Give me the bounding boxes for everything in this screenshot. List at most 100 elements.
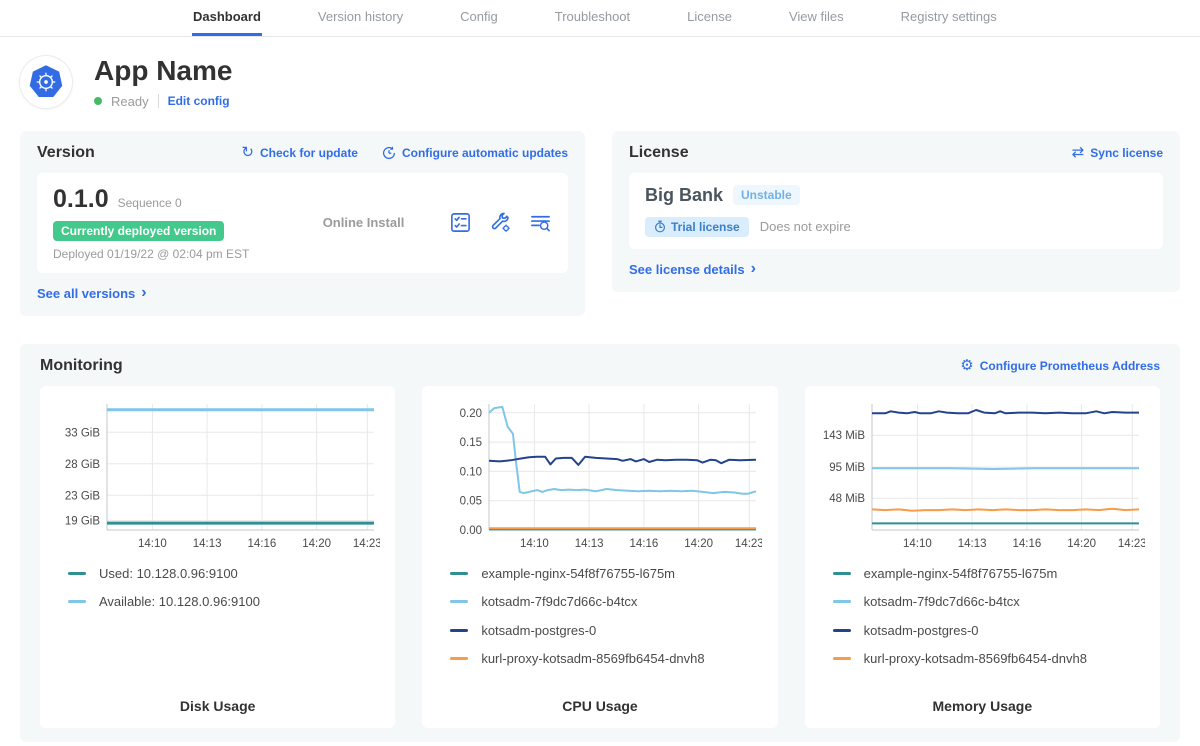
legend-item: kotsadm-postgres-0 (820, 623, 1145, 638)
monitoring-section: Monitoring ⚙ Configure Prometheus Addres… (20, 344, 1180, 742)
sync-license-button[interactable]: ⇄ Sync license (1072, 145, 1163, 160)
see-all-versions-link[interactable]: See all versions › (37, 286, 147, 301)
license-heading: License (629, 144, 689, 162)
version-heading: Version (37, 144, 95, 162)
svg-text:14:20: 14:20 (1067, 538, 1096, 550)
legend-color-dash (450, 657, 468, 660)
dashboard-content: App Name Ready Edit config Version ↻ Che… (0, 37, 1200, 742)
legend-item: kotsadm-postgres-0 (437, 623, 762, 638)
configure-prometheus-button[interactable]: ⚙ Configure Prometheus Address (960, 358, 1160, 373)
trial-license-label: Trial license (671, 220, 740, 234)
cpu-usage-chart: 0.200.150.100.050.0014:1014:1314:1614:20… (437, 398, 762, 556)
legend-color-dash (450, 600, 468, 603)
svg-text:14:13: 14:13 (957, 538, 986, 550)
svg-text:14:23: 14:23 (735, 538, 762, 550)
svg-text:0.20: 0.20 (460, 408, 482, 420)
see-license-details-link[interactable]: See license details › (629, 262, 756, 277)
memory-usage-card: 143 MiB95 MiB48 MiB14:1014:1314:1614:201… (805, 386, 1160, 728)
divider (158, 94, 159, 108)
svg-text:14:23: 14:23 (353, 538, 380, 550)
svg-text:0.00: 0.00 (460, 525, 482, 537)
legend-item: kurl-proxy-kotsadm-8569fb6454-dnvh8 (820, 651, 1145, 666)
legend-label: kurl-proxy-kotsadm-8569fb6454-dnvh8 (864, 651, 1087, 666)
tab-view-files[interactable]: View files (788, 0, 845, 36)
current-version-card: 0.1.0 Sequence 0 Currently deployed vers… (37, 173, 568, 273)
legend-item: Used: 10.128.0.96:9100 (55, 566, 380, 581)
tab-version-history[interactable]: Version history (317, 0, 404, 36)
svg-text:143 MiB: 143 MiB (822, 430, 865, 442)
legend-label: kotsadm-7f9dc7d66c-b4tcx (864, 594, 1020, 609)
svg-text:14:13: 14:13 (575, 538, 604, 550)
status-dot-icon (94, 97, 102, 105)
sync-arrows-icon: ⇄ (1072, 145, 1085, 160)
license-expiry: Does not expire (760, 219, 851, 234)
gear-icon: ⚙ (960, 358, 973, 373)
app-status-row: Ready Edit config (94, 94, 232, 109)
configure-prometheus-label: Configure Prometheus Address (980, 359, 1160, 373)
svg-text:14:16: 14:16 (630, 538, 659, 550)
legend-label: Available: 10.128.0.96:9100 (99, 594, 260, 609)
memory-usage-chart: 143 MiB95 MiB48 MiB14:1014:1314:1614:201… (820, 398, 1145, 556)
customer-name: Big Bank (645, 185, 723, 206)
legend-label: kotsadm-7f9dc7d66c-b4tcx (481, 594, 637, 609)
legend-color-dash (68, 600, 86, 603)
refresh-icon: ↻ (241, 145, 254, 160)
svg-text:14:13: 14:13 (193, 538, 222, 550)
check-for-update-label: Check for update (260, 146, 358, 160)
page-title: App Name (94, 56, 232, 87)
edit-config-link[interactable]: Edit config (168, 94, 230, 108)
version-info: 0.1.0 Sequence 0 Currently deployed vers… (53, 185, 278, 261)
tab-dashboard[interactable]: Dashboard (192, 0, 262, 36)
svg-text:95 MiB: 95 MiB (829, 462, 865, 474)
channel-badge: Unstable (733, 185, 800, 205)
app-title-block: App Name Ready Edit config (94, 56, 232, 109)
legend-color-dash (450, 572, 468, 575)
tab-config[interactable]: Config (459, 0, 499, 36)
legend-label: Used: 10.128.0.96:9100 (99, 566, 238, 581)
configure-automatic-updates-button[interactable]: Configure automatic updates (382, 145, 568, 160)
trial-license-badge: Trial license (645, 217, 749, 237)
memory-usage-legend: example-nginx-54f8f76755-l675m kotsadm-7f… (820, 566, 1145, 667)
tab-license[interactable]: License (686, 0, 733, 36)
kubernetes-logo-icon (20, 56, 72, 108)
disk-usage-card: 33 GiB28 GiB23 GiB19 GiB14:1014:1314:161… (40, 386, 395, 728)
legend-item: example-nginx-54f8f76755-l675m (820, 566, 1145, 581)
version-card: Version ↻ Check for update (20, 131, 585, 316)
version-action-icons (449, 211, 552, 234)
check-for-update-button[interactable]: ↻ Check for update (241, 145, 358, 160)
edit-config-wrench-icon[interactable] (489, 211, 512, 234)
legend-label: kotsadm-postgres-0 (864, 623, 979, 638)
preflight-checks-icon[interactable] (449, 211, 472, 234)
sync-license-label: Sync license (1090, 146, 1163, 160)
svg-text:0.10: 0.10 (460, 466, 482, 478)
memory-usage-title: Memory Usage (820, 690, 1145, 714)
svg-text:14:10: 14:10 (138, 538, 167, 550)
legend-color-dash (833, 600, 851, 603)
chevron-right-icon: › (141, 287, 146, 300)
version-card-header: Version ↻ Check for update (37, 144, 568, 162)
svg-text:14:10: 14:10 (903, 538, 932, 550)
svg-text:19 GiB: 19 GiB (65, 515, 100, 527)
see-license-details-label: See license details (629, 262, 745, 277)
tab-troubleshoot[interactable]: Troubleshoot (554, 0, 631, 36)
disk-usage-legend: Used: 10.128.0.96:9100 Available: 10.128.… (55, 566, 380, 610)
svg-text:14:16: 14:16 (1012, 538, 1041, 550)
cpu-usage-legend: example-nginx-54f8f76755-l675mkotsadm-7f… (437, 566, 762, 667)
app-header: App Name Ready Edit config (20, 56, 1180, 109)
svg-text:0.05: 0.05 (460, 495, 482, 507)
svg-text:23 GiB: 23 GiB (65, 490, 100, 502)
legend-item: kotsadm-7f9dc7d66c-b4tcx (820, 594, 1145, 609)
tab-registry-settings[interactable]: Registry settings (900, 0, 998, 36)
top-nav: Dashboard Version history Config Trouble… (0, 0, 1200, 37)
svg-text:14:16: 14:16 (248, 538, 277, 550)
legend-label: kurl-proxy-kotsadm-8569fb6454-dnvh8 (481, 651, 704, 666)
license-details-card: Big Bank Unstable Trial license (629, 173, 1163, 249)
monitoring-heading: Monitoring (40, 357, 123, 375)
svg-text:14:10: 14:10 (520, 538, 549, 550)
license-card: License ⇄ Sync license Big Bank Unstable (612, 131, 1180, 292)
configure-automatic-updates-label: Configure automatic updates (402, 146, 568, 160)
view-logs-icon[interactable] (529, 211, 552, 234)
svg-text:14:20: 14:20 (685, 538, 714, 550)
version-sequence: Sequence 0 (118, 196, 182, 210)
see-license-details-row: See license details › (629, 262, 1163, 277)
